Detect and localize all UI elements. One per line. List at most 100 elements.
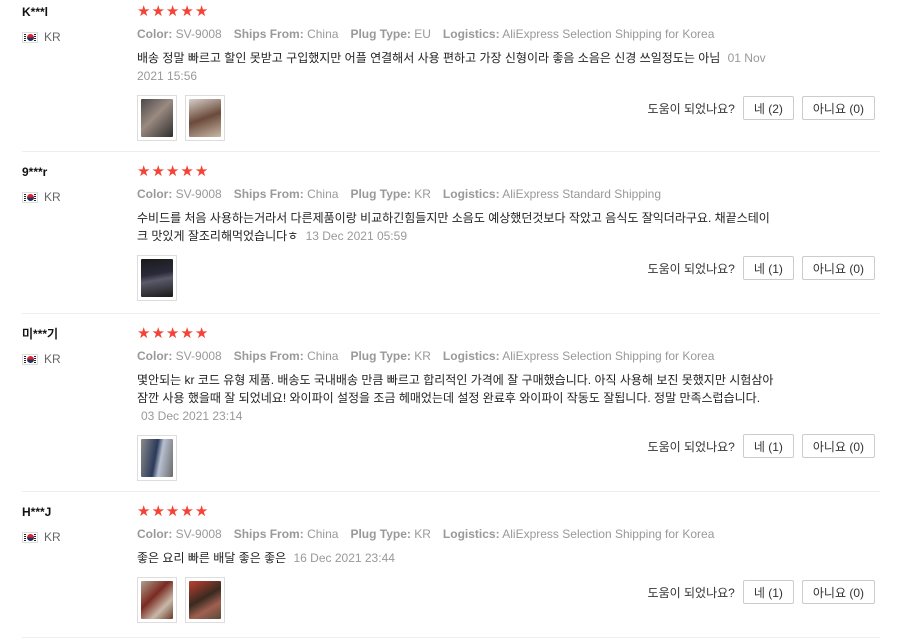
review-item: 미***기 KR ★ ★ ★ ★ ★ Color: SV-9008 Ships From… bbox=[22, 326, 880, 492]
ships-from-value: China bbox=[307, 27, 339, 41]
color-value: SV-9008 bbox=[175, 27, 222, 41]
review-content: ★ ★ ★ ★ ★ Color: SV-9008 Ships From: China P… bbox=[137, 164, 877, 301]
star-icon: ★ bbox=[137, 325, 151, 342]
review-item: 9***r KR ★ ★ ★ ★ ★ Color: SV-9008 Ships From… bbox=[22, 164, 880, 314]
review-text: 수비드를 처음 사용하는거라서 다른제품이랑 비교하긴힘들지만 소음도 예상했던… bbox=[137, 209, 777, 245]
review-body: 좋은 요리 빠른 배달 좋은 좋은 bbox=[137, 551, 287, 565]
helpful-yes-button[interactable]: 네 (1) bbox=[742, 580, 794, 604]
country-code: KR bbox=[44, 352, 61, 366]
review-item: K***l KR ★ ★ ★ ★ ★ Color: SV-9008 Ships From… bbox=[22, 4, 880, 152]
star-icon: ★ bbox=[151, 325, 165, 342]
review-photo-thumbnail[interactable] bbox=[185, 95, 225, 141]
helpful-vote: 도움이 되었나요? 네 (1) 아니요 (0) bbox=[648, 580, 875, 604]
reviewer-info: K***l KR bbox=[22, 4, 122, 44]
plug-type-label: Plug Type: bbox=[350, 349, 411, 363]
ships-from-label: Ships From: bbox=[233, 187, 304, 201]
color-label: Color: bbox=[137, 527, 173, 541]
star-icon: ★ bbox=[165, 3, 180, 20]
color-label: Color: bbox=[137, 349, 173, 363]
helpful-no-button[interactable]: 아니요 (0) bbox=[801, 580, 875, 604]
reviewer-country: KR bbox=[22, 530, 122, 544]
logistics-label: Logistics: bbox=[442, 349, 500, 363]
color-value: SV-9008 bbox=[175, 349, 222, 363]
color-label: Color: bbox=[137, 187, 173, 201]
review-photo-thumbnail[interactable] bbox=[185, 577, 225, 623]
review-date: 13 Dec 2021 05:59 bbox=[305, 229, 407, 243]
review-body: 몇안되는 kr 코드 유형 제품. 배송도 국내배송 만큼 빠르고 합리적인 가… bbox=[137, 373, 774, 405]
star-icon: ★ bbox=[165, 325, 180, 342]
reviewer-name: 9***r bbox=[22, 165, 48, 179]
star-rating: ★ ★ ★ ★ ★ bbox=[137, 4, 877, 20]
star-icon: ★ bbox=[137, 503, 151, 520]
color-value: SV-9008 bbox=[175, 187, 222, 201]
plug-type-label: Plug Type: bbox=[350, 527, 411, 541]
helpful-label: 도움이 되었나요? bbox=[647, 585, 735, 600]
review-content: ★ ★ ★ ★ ★ Color: SV-9008 Ships From: China P… bbox=[137, 4, 877, 141]
star-rating: ★ ★ ★ ★ ★ bbox=[137, 326, 877, 342]
korea-flag-icon bbox=[22, 31, 38, 43]
reviewer-info: H***J KR bbox=[22, 504, 122, 544]
reviewer-country: KR bbox=[22, 352, 122, 366]
helpful-no-button[interactable]: 아니요 (0) bbox=[801, 256, 875, 280]
order-info: Color: SV-9008 Ships From: China Plug Ty… bbox=[137, 27, 877, 41]
reviewer-name: K***l bbox=[22, 5, 49, 19]
reviewer-name: H***J bbox=[22, 505, 52, 519]
plug-type-label: Plug Type: bbox=[350, 187, 411, 201]
review-photo-thumbnail[interactable] bbox=[137, 577, 177, 623]
star-icon: ★ bbox=[165, 503, 180, 520]
review-body: 수비드를 처음 사용하는거라서 다른제품이랑 비교하긴힘들지만 소음도 예상했던… bbox=[137, 211, 770, 243]
korea-flag-icon bbox=[22, 191, 38, 203]
star-icon: ★ bbox=[194, 325, 209, 342]
review-photo-thumbnail[interactable] bbox=[137, 435, 177, 481]
korea-flag-icon bbox=[22, 353, 38, 365]
helpful-label: 도움이 되었나요? bbox=[647, 101, 735, 116]
reviewer-name: 미***기 bbox=[22, 327, 59, 341]
plug-type-value: KR bbox=[414, 349, 431, 363]
star-icon: ★ bbox=[137, 163, 151, 180]
plug-type-value: KR bbox=[414, 187, 431, 201]
reviewer-info: 미***기 KR bbox=[22, 326, 122, 366]
ships-from-value: China bbox=[307, 187, 339, 201]
plug-type-value: KR bbox=[414, 527, 431, 541]
order-info: Color: SV-9008 Ships From: China Plug Ty… bbox=[137, 187, 877, 201]
reviewer-country: KR bbox=[22, 30, 122, 44]
helpful-vote: 도움이 되었나요? 네 (1) 아니요 (0) bbox=[648, 256, 875, 280]
star-icon: ★ bbox=[180, 325, 194, 342]
country-code: KR bbox=[44, 190, 61, 204]
ships-from-value: China bbox=[307, 527, 339, 541]
helpful-no-button[interactable]: 아니요 (0) bbox=[801, 96, 875, 120]
star-icon: ★ bbox=[151, 163, 165, 180]
logistics-value: AliExpress Selection Shipping for Korea bbox=[502, 27, 715, 41]
helpful-yes-button[interactable]: 네 (1) bbox=[742, 434, 794, 458]
review-item: H***J KR ★ ★ ★ ★ ★ Color: SV-9008 Ships From… bbox=[22, 504, 880, 638]
review-photo-thumbnail[interactable] bbox=[137, 255, 177, 301]
star-rating: ★ ★ ★ ★ ★ bbox=[137, 504, 877, 520]
ships-from-label: Ships From: bbox=[233, 527, 304, 541]
review-content: ★ ★ ★ ★ ★ Color: SV-9008 Ships From: China P… bbox=[137, 504, 877, 623]
helpful-yes-button[interactable]: 네 (1) bbox=[742, 256, 794, 280]
star-icon: ★ bbox=[180, 163, 194, 180]
logistics-value: AliExpress Selection Shipping for Korea bbox=[502, 349, 715, 363]
ships-from-label: Ships From: bbox=[233, 27, 304, 41]
helpful-label: 도움이 되었나요? bbox=[647, 261, 735, 276]
logistics-label: Logistics: bbox=[442, 27, 500, 41]
star-icon: ★ bbox=[165, 163, 180, 180]
color-value: SV-9008 bbox=[175, 527, 222, 541]
star-icon: ★ bbox=[194, 163, 209, 180]
country-code: KR bbox=[44, 530, 61, 544]
reviewer-country: KR bbox=[22, 190, 122, 204]
logistics-label: Logistics: bbox=[442, 187, 500, 201]
ships-from-label: Ships From: bbox=[233, 349, 304, 363]
country-code: KR bbox=[44, 30, 61, 44]
helpful-yes-button[interactable]: 네 (2) bbox=[742, 96, 794, 120]
helpful-label: 도움이 되었나요? bbox=[647, 439, 735, 454]
review-photo-thumbnail[interactable] bbox=[137, 95, 177, 141]
helpful-no-button[interactable]: 아니요 (0) bbox=[801, 434, 875, 458]
star-icon: ★ bbox=[151, 3, 165, 20]
helpful-vote: 도움이 되었나요? 네 (1) 아니요 (0) bbox=[648, 434, 875, 458]
plug-type-value: EU bbox=[414, 27, 431, 41]
star-icon: ★ bbox=[180, 503, 194, 520]
order-info: Color: SV-9008 Ships From: China Plug Ty… bbox=[137, 527, 877, 541]
review-text: 몇안되는 kr 코드 유형 제품. 배송도 국내배송 만큼 빠르고 합리적인 가… bbox=[137, 371, 777, 425]
plug-type-label: Plug Type: bbox=[350, 27, 411, 41]
